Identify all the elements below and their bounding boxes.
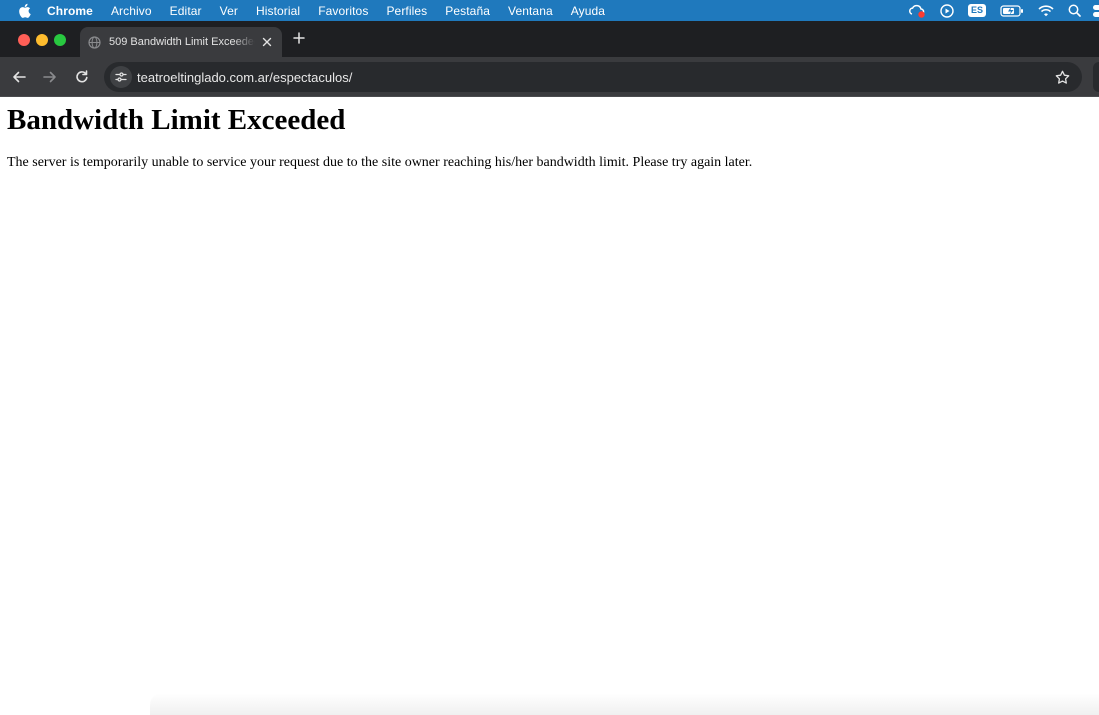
menu-editar[interactable]: Editar (170, 4, 202, 18)
play-icon[interactable] (940, 0, 954, 21)
menu-bar-status-area: ES (894, 0, 1099, 21)
page-content: Bandwidth Limit Exceeded The server is t… (0, 98, 1099, 715)
page-heading: Bandwidth Limit Exceeded (7, 104, 346, 136)
spotlight-search-icon[interactable] (1068, 0, 1081, 21)
reload-icon[interactable] (73, 68, 91, 86)
battery-icon[interactable] (1000, 0, 1024, 21)
new-tab-plus-icon[interactable] (291, 30, 307, 46)
menu-app-chrome[interactable]: Chrome (47, 4, 93, 18)
menu-ayuda[interactable]: Ayuda (571, 4, 605, 18)
wifi-icon[interactable] (1038, 0, 1054, 21)
creative-cloud-icon[interactable] (908, 0, 926, 21)
profile-avatar-button[interactable] (1093, 62, 1099, 92)
menu-perfiles[interactable]: Perfiles (386, 4, 427, 18)
control-center-icon[interactable] (1091, 0, 1099, 21)
address-bar[interactable]: teatroeltinglado.com.ar/espectaculos/ (104, 62, 1082, 92)
input-source-icon[interactable]: ES (967, 0, 986, 21)
back-arrow-icon[interactable] (10, 68, 28, 86)
active-tab[interactable]: 509 Bandwidth Limit Exceeded (80, 27, 282, 57)
window-fullscreen-button[interactable] (54, 34, 66, 46)
menu-archivo[interactable]: Archivo (111, 4, 152, 18)
address-bar-url[interactable]: teatroeltinglado.com.ar/espectaculos/ (137, 70, 352, 85)
apple-menu-icon[interactable] (17, 3, 31, 18)
menu-favoritos[interactable]: Favoritos (318, 4, 368, 18)
browser-tab-strip: 509 Bandwidth Limit Exceeded (0, 21, 1099, 57)
tab-close-icon[interactable] (260, 35, 274, 49)
window-close-button[interactable] (18, 34, 30, 46)
language-badge: ES (967, 4, 986, 17)
window-minimize-button[interactable] (36, 34, 48, 46)
error-message: The server is temporarily unable to serv… (7, 155, 753, 170)
bottom-shadow (150, 693, 1099, 715)
macos-menu-bar: Chrome Archivo Editar Ver Historial Favo… (0, 0, 1099, 21)
site-info-tune-icon[interactable] (110, 66, 132, 88)
forward-arrow-icon[interactable] (41, 68, 59, 86)
globe-icon (88, 35, 101, 49)
menu-ventana[interactable]: Ventana (508, 4, 553, 18)
tab-title: 509 Bandwidth Limit Exceeded (109, 36, 255, 48)
browser-toolbar: teatroeltinglado.com.ar/espectaculos/ (0, 57, 1099, 97)
menu-historial[interactable]: Historial (256, 4, 300, 18)
bookmark-star-icon[interactable] (1054, 69, 1070, 85)
menu-pestana[interactable]: Pestaña (445, 4, 490, 18)
menu-ver[interactable]: Ver (220, 4, 238, 18)
